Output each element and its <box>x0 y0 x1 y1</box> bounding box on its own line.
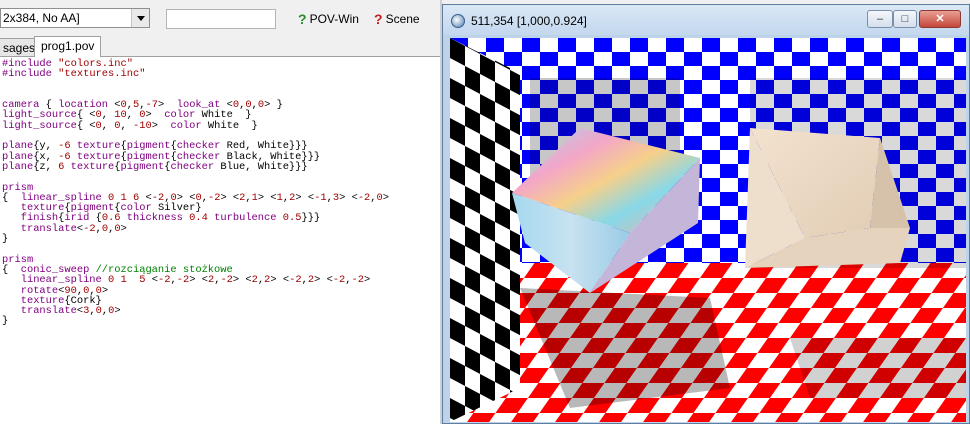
code-line: #include "textures.inc" <box>2 68 146 81</box>
minimize-button[interactable]: – <box>867 10 893 28</box>
help-question-icon: ? <box>298 11 307 27</box>
code-editor[interactable]: #include "colors.inc" #include "textures.… <box>0 57 440 424</box>
scene-help-label: Scene <box>385 12 420 26</box>
editor-toolbar: 2x384, No AA] ? POV-Win ? Scene <box>0 0 442 37</box>
render-resolution-value: 2x384, No AA] <box>3 11 80 25</box>
tab-label: sages <box>3 41 36 55</box>
chevron-down-icon[interactable] <box>131 9 149 27</box>
rendered-scene <box>450 38 966 422</box>
code-line: light_source{ <0, 0, -10> color White } <box>2 119 258 132</box>
code-line: plane{z, 6 texture{pigment{checker Blue,… <box>2 160 308 173</box>
close-button[interactable]: ✕ <box>919 10 961 28</box>
scene-help-button[interactable]: ? Scene <box>374 12 420 26</box>
code-line: } <box>2 315 9 328</box>
command-input[interactable] <box>166 9 276 29</box>
code-text[interactable]: #include "colors.inc" #include "textures.… <box>0 57 440 327</box>
black-checker-wall <box>450 38 520 422</box>
render-window-titlebar[interactable]: 511,354 [1,000,0.924] – □ ✕ <box>443 5 969 35</box>
tab-prog1-pov[interactable]: prog1.pov <box>34 36 102 57</box>
render-resolution-select[interactable]: 2x384, No AA] <box>0 8 150 28</box>
povwin-help-label: POV-Win <box>309 12 359 26</box>
render-image <box>450 38 966 422</box>
editor-tabs: sages prog1.pov <box>0 36 442 57</box>
povwin-help-button[interactable]: ? POV-Win <box>298 12 359 26</box>
tab-label: prog1.pov <box>41 39 95 53</box>
code-line: translate<3,0,0> <box>20 305 121 318</box>
povray-icon <box>451 14 465 28</box>
shadow <box>790 338 966 398</box>
code-line: translate<-2,0,0> <box>20 222 127 235</box>
maximize-button[interactable]: □ <box>893 10 917 28</box>
code-line: } <box>2 233 9 246</box>
render-window: 511,354 [1,000,0.924] – □ ✕ <box>442 4 970 424</box>
help-question-icon: ? <box>374 11 383 27</box>
render-window-title: 511,354 [1,000,0.924] <box>471 14 587 28</box>
